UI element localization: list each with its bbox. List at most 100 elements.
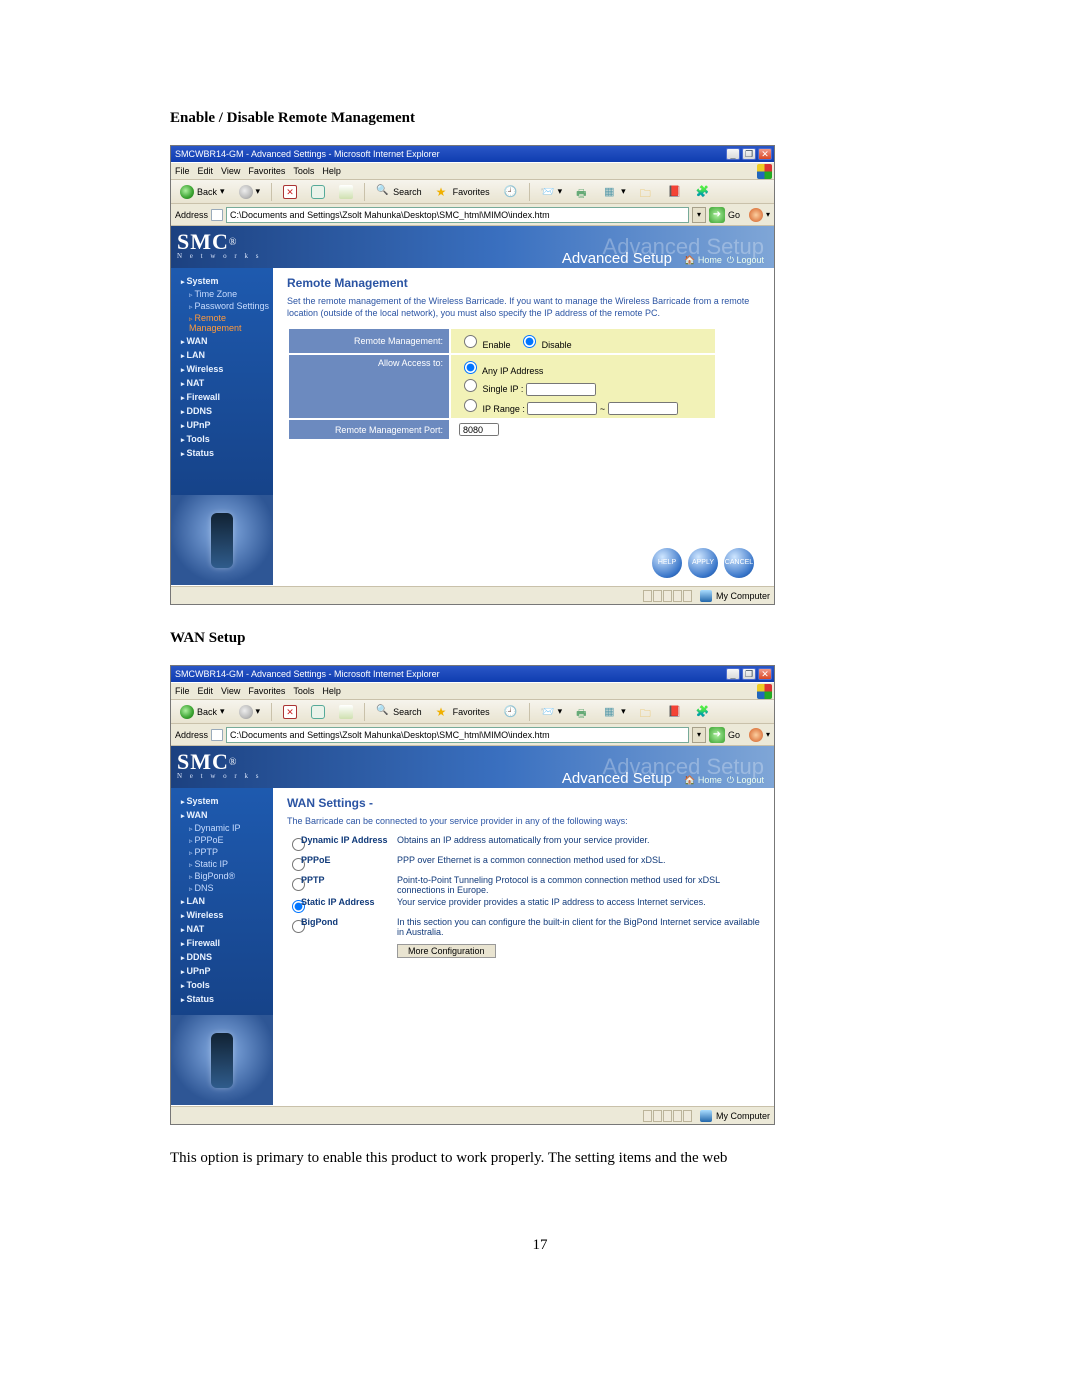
sidebar-sub-dynamic-ip[interactable]: Dynamic IP bbox=[171, 822, 273, 834]
home-button[interactable] bbox=[334, 183, 358, 201]
addon-button[interactable] bbox=[691, 703, 715, 721]
sidebar-sec-nat[interactable]: NAT bbox=[171, 376, 273, 390]
stop-button[interactable] bbox=[278, 183, 302, 201]
edit-button[interactable]: ▾ bbox=[599, 183, 631, 201]
menu-edit[interactable]: Edit bbox=[198, 166, 214, 176]
refresh-button[interactable] bbox=[306, 703, 330, 721]
ip-range-to[interactable] bbox=[608, 402, 678, 415]
edit-button[interactable]: ▾ bbox=[599, 703, 631, 721]
back-button[interactable]: Back ▾ bbox=[175, 183, 230, 201]
address-dropdown[interactable]: ▾ bbox=[692, 207, 706, 223]
sidebar-sub-remote-management[interactable]: Remote Management bbox=[171, 312, 273, 334]
sidebar-sub-bigpond-[interactable]: BigPond® bbox=[171, 870, 273, 882]
radio-disable[interactable]: Disable bbox=[518, 340, 572, 350]
radio-any-ip[interactable]: Any IP Address bbox=[459, 366, 543, 376]
more-config-button[interactable]: More Configuration bbox=[397, 944, 496, 958]
titlebar: SMCWBR14-GM - Advanced Settings - Micros… bbox=[171, 666, 774, 682]
sidebar-sec-lan[interactable]: LAN bbox=[171, 894, 273, 908]
history-button[interactable] bbox=[499, 183, 523, 201]
sidebar-sec-upnp[interactable]: UPnP bbox=[171, 964, 273, 978]
menu-favorites[interactable]: Favorites bbox=[248, 686, 285, 696]
links-icon[interactable] bbox=[749, 208, 763, 222]
menu-view[interactable]: View bbox=[221, 166, 240, 176]
menu-help[interactable]: Help bbox=[322, 686, 341, 696]
sidebar-sec-lan[interactable]: LAN bbox=[171, 348, 273, 362]
sidebar-sec-firewall[interactable]: Firewall bbox=[171, 936, 273, 950]
go-label: Go bbox=[728, 210, 740, 220]
cancel-button[interactable]: CANCEL bbox=[724, 548, 754, 578]
menu-help[interactable]: Help bbox=[322, 166, 341, 176]
search-button[interactable]: Search bbox=[371, 183, 427, 201]
refresh-button[interactable] bbox=[306, 183, 330, 201]
menu-edit[interactable]: Edit bbox=[198, 686, 214, 696]
back-button[interactable]: Back ▾ bbox=[175, 703, 230, 721]
sidebar-sub-password-settings[interactable]: Password Settings bbox=[171, 300, 273, 312]
sidebar-sec-system[interactable]: System bbox=[171, 274, 273, 288]
sidebar-sub-pptp[interactable]: PPTP bbox=[171, 846, 273, 858]
ip-range-from[interactable] bbox=[527, 402, 597, 415]
research-button[interactable] bbox=[663, 183, 687, 201]
sidebar-sec-wan[interactable]: WAN bbox=[171, 334, 273, 348]
go-button[interactable]: ➜ bbox=[709, 207, 725, 223]
ie-window-wan: SMCWBR14-GM - Advanced Settings - Micros… bbox=[170, 665, 775, 1125]
folder-button[interactable] bbox=[635, 703, 659, 721]
folder-button[interactable] bbox=[635, 183, 659, 201]
home-button[interactable] bbox=[334, 703, 358, 721]
sidebar-sec-ddns[interactable]: DDNS bbox=[171, 404, 273, 418]
mail-button[interactable]: ▾ bbox=[536, 703, 568, 721]
menu-file[interactable]: File bbox=[175, 686, 190, 696]
stop-button[interactable] bbox=[278, 703, 302, 721]
forward-button[interactable]: ▾ bbox=[234, 703, 266, 721]
single-ip-input[interactable] bbox=[526, 383, 596, 396]
print-button[interactable] bbox=[571, 703, 595, 721]
maximize-button[interactable]: ❐ bbox=[742, 668, 756, 680]
maximize-button[interactable]: ❐ bbox=[742, 148, 756, 160]
sidebar-sec-wireless[interactable]: Wireless bbox=[171, 908, 273, 922]
print-button[interactable] bbox=[571, 183, 595, 201]
sidebar-sec-wan[interactable]: WAN bbox=[171, 808, 273, 822]
sidebar-sec-tools[interactable]: Tools bbox=[171, 432, 273, 446]
menu-view[interactable]: View bbox=[221, 686, 240, 696]
status-zone: My Computer bbox=[716, 591, 770, 601]
sidebar-sec-firewall[interactable]: Firewall bbox=[171, 390, 273, 404]
mail-button[interactable]: ▾ bbox=[536, 183, 568, 201]
close-button[interactable]: ✕ bbox=[758, 668, 772, 680]
port-input[interactable] bbox=[459, 423, 499, 436]
research-button[interactable] bbox=[663, 703, 687, 721]
menu-tools[interactable]: Tools bbox=[293, 166, 314, 176]
sidebar-sec-ddns[interactable]: DDNS bbox=[171, 950, 273, 964]
menu-favorites[interactable]: Favorites bbox=[248, 166, 285, 176]
sidebar-sec-status[interactable]: Status bbox=[171, 446, 273, 460]
menu-file[interactable]: File bbox=[175, 166, 190, 176]
links-icon[interactable] bbox=[749, 728, 763, 742]
address-input[interactable] bbox=[226, 727, 689, 743]
close-button[interactable]: ✕ bbox=[758, 148, 772, 160]
favorites-button[interactable]: Favorites bbox=[431, 703, 495, 721]
sidebar-sub-pppoe[interactable]: PPPoE bbox=[171, 834, 273, 846]
history-button[interactable] bbox=[499, 703, 523, 721]
minimize-button[interactable]: _ bbox=[726, 668, 740, 680]
radio-single-ip[interactable]: Single IP : bbox=[459, 384, 523, 394]
sidebar-sec-tools[interactable]: Tools bbox=[171, 978, 273, 992]
menu-tools[interactable]: Tools bbox=[293, 686, 314, 696]
addon-button[interactable] bbox=[691, 183, 715, 201]
favorites-button[interactable]: Favorites bbox=[431, 183, 495, 201]
radio-enable[interactable]: Enable bbox=[459, 340, 511, 350]
radio-ip-range[interactable]: IP Range : bbox=[459, 404, 525, 414]
sidebar-sub-static-ip[interactable]: Static IP bbox=[171, 858, 273, 870]
search-button[interactable]: Search bbox=[371, 703, 427, 721]
apply-button[interactable]: APPLY bbox=[688, 548, 718, 578]
sidebar-sec-wireless[interactable]: Wireless bbox=[171, 362, 273, 376]
address-input[interactable] bbox=[226, 207, 689, 223]
sidebar-sub-time-zone[interactable]: Time Zone bbox=[171, 288, 273, 300]
address-dropdown[interactable]: ▾ bbox=[692, 727, 706, 743]
sidebar-sub-dns[interactable]: DNS bbox=[171, 882, 273, 894]
sidebar-sec-upnp[interactable]: UPnP bbox=[171, 418, 273, 432]
forward-button[interactable]: ▾ bbox=[234, 183, 266, 201]
sidebar-sec-status[interactable]: Status bbox=[171, 992, 273, 1006]
go-button[interactable]: ➜ bbox=[709, 727, 725, 743]
help-button[interactable]: HELP bbox=[652, 548, 682, 578]
sidebar-sec-system[interactable]: System bbox=[171, 794, 273, 808]
minimize-button[interactable]: _ bbox=[726, 148, 740, 160]
sidebar-sec-nat[interactable]: NAT bbox=[171, 922, 273, 936]
